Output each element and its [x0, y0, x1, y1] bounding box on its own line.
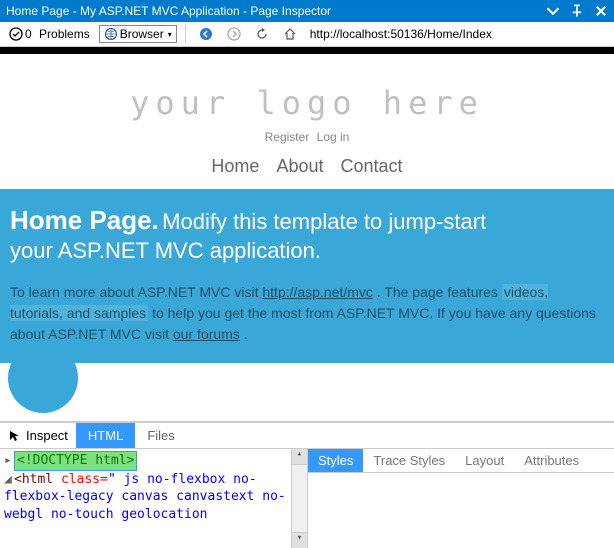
html-source-pane[interactable]: ▸<!DOCTYPE html> ◢<html class=" js no-fl… — [0, 449, 307, 548]
page-header-bar — [0, 47, 614, 54]
tab-files[interactable]: Files — [135, 423, 186, 448]
globe-icon — [104, 27, 118, 41]
tab-html[interactable]: HTML — [76, 423, 135, 448]
decorative-circle — [8, 343, 78, 413]
tab-styles[interactable]: Styles — [308, 449, 363, 472]
expand-icon[interactable]: ▸ — [4, 452, 14, 470]
expand-icon[interactable]: ◢ — [4, 471, 14, 489]
window-title: Home Page - My ASP.NET MVC Application -… — [6, 4, 546, 18]
window-close-icon[interactable] — [594, 4, 608, 18]
hero-description: To learn more about ASP.NET MVC visit ht… — [10, 282, 604, 345]
desc-text: To learn more about ASP.NET MVC visit — [10, 284, 262, 300]
class-attr: class= — [53, 472, 108, 487]
forward-icon — [227, 27, 241, 41]
hero-subtitle: Modify this template to jump-start — [162, 209, 486, 234]
tab-trace-styles[interactable]: Trace Styles — [363, 449, 455, 472]
window-pin-icon[interactable] — [570, 4, 584, 18]
login-link[interactable]: Log in — [317, 130, 350, 144]
browser-mode-label: Browser — [120, 27, 164, 41]
scroll-up-icon[interactable]: ▴ — [292, 449, 307, 465]
nav-contact[interactable]: Contact — [341, 156, 403, 176]
cursor-icon — [8, 429, 22, 443]
problems-label: Problems — [39, 27, 90, 41]
nav-back-button[interactable] — [194, 25, 218, 43]
nav-forward-button[interactable] — [222, 25, 246, 43]
main-nav: Home About Contact — [0, 156, 614, 177]
home-icon — [283, 27, 297, 41]
auth-links: Register Log in — [0, 130, 614, 144]
doctype-node[interactable]: <!DOCTYPE html> — [14, 451, 137, 471]
problems-count: 0 — [25, 27, 32, 41]
toolbar: 0 Problems Browser ▾ http://localhost:50… — [0, 22, 614, 47]
hero-title: Home Page. — [10, 205, 159, 235]
inspector-panel: Inspect HTML Files ▸<!DOCTYPE html> ◢<ht… — [0, 421, 614, 548]
nav-home-button[interactable] — [278, 25, 302, 43]
panel-tabs: Inspect HTML Files — [0, 423, 614, 449]
window-dropdown-icon[interactable] — [546, 4, 560, 18]
browser-viewport: your logo here Register Log in Home Abou… — [0, 47, 614, 421]
back-icon — [199, 27, 213, 41]
panel-body: ▸<!DOCTYPE html> ◢<html class=" js no-fl… — [0, 449, 614, 548]
tab-attributes[interactable]: Attributes — [514, 449, 589, 472]
inspect-label: Inspect — [26, 428, 68, 443]
tab-layout[interactable]: Layout — [455, 449, 514, 472]
desc-text: . The page features — [373, 284, 502, 300]
hero-banner: Home Page. Modify this template to jump-… — [0, 189, 614, 363]
right-tabs: Styles Trace Styles Layout Attributes — [308, 449, 614, 473]
scroll-down-icon[interactable]: ▾ — [292, 532, 307, 548]
mvc-link[interactable]: http://asp.net/mvc — [262, 284, 373, 300]
code-scrollbar[interactable]: ▴ ▾ — [291, 449, 307, 548]
styles-pane: Styles Trace Styles Layout Attributes — [307, 449, 614, 548]
register-link[interactable]: Register — [265, 130, 310, 144]
problems-button[interactable]: 0 Problems — [4, 25, 95, 43]
html-tag[interactable]: <html — [14, 472, 53, 487]
desc-text: . — [240, 326, 248, 342]
nav-refresh-button[interactable] — [250, 25, 274, 43]
window-titlebar: Home Page - My ASP.NET MVC Application -… — [0, 0, 614, 22]
forums-link[interactable]: our forums — [173, 326, 240, 342]
logo-placeholder: your logo here — [0, 84, 614, 122]
hero-subtitle-2: your ASP.NET MVC application. — [10, 238, 604, 264]
address-bar[interactable]: http://localhost:50136/Home/Index — [310, 27, 610, 41]
nav-about[interactable]: About — [276, 156, 323, 176]
check-icon — [9, 27, 23, 41]
toolbar-separator — [185, 25, 186, 43]
inspect-button[interactable]: Inspect — [0, 423, 76, 448]
dropdown-icon: ▾ — [168, 30, 172, 39]
browser-mode-button[interactable]: Browser ▾ — [99, 25, 177, 43]
refresh-icon — [255, 27, 269, 41]
nav-home[interactable]: Home — [211, 156, 259, 176]
